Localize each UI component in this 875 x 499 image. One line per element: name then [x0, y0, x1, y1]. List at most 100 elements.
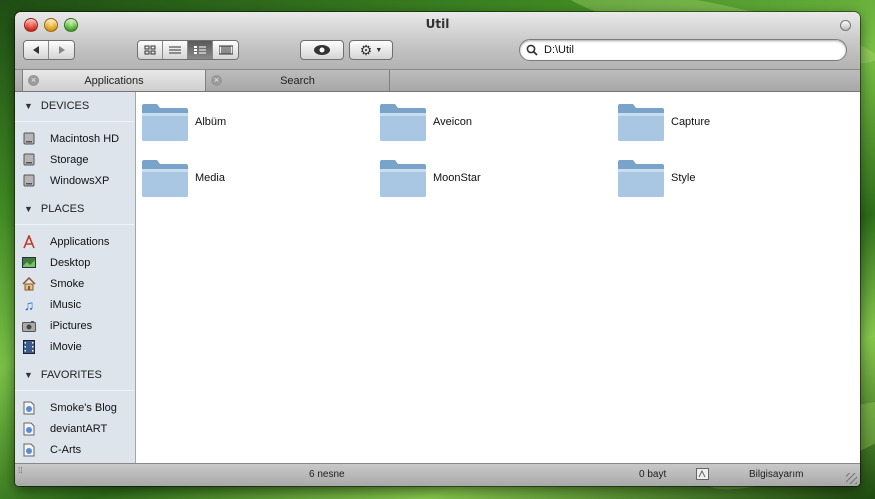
coverflow-view-button[interactable] [213, 41, 238, 59]
disclosure-triangle-icon[interactable]: ▼ [24, 370, 33, 380]
forward-button[interactable] [49, 41, 74, 59]
resize-grip[interactable] [846, 473, 857, 484]
sidebar-item-c-arts[interactable]: C-Arts [15, 439, 135, 460]
finder-window: Util ⚙ ▼ D:\Util × Applications × Search… [15, 12, 860, 486]
sidebar-item-storage[interactable]: Storage [15, 149, 135, 170]
view-mode-selector [137, 40, 239, 60]
sidebar-item-label: iPictures [50, 319, 93, 332]
toolbar-toggle-button[interactable] [840, 20, 851, 31]
folder-icon [380, 104, 426, 141]
sidebar-item-label: iMusic [50, 298, 82, 311]
sidebar-item-smokes-blog[interactable]: Smoke's Blog [15, 397, 135, 418]
forward-arrow-icon [58, 46, 65, 54]
folder-label: Capture [671, 116, 711, 128]
chevron-down-icon: ▼ [375, 46, 383, 54]
coverflow-icon [218, 45, 233, 55]
sidebar-item-imovie[interactable]: iMovie [15, 336, 135, 357]
columns-icon [194, 46, 206, 54]
home-icon [22, 276, 36, 291]
column-view-button[interactable] [188, 41, 213, 59]
computer-icon [696, 468, 709, 483]
eye-icon [314, 45, 330, 55]
music-note-icon: ♫ [23, 296, 35, 313]
sidebar-item-applications[interactable]: Applications [15, 231, 135, 252]
back-button[interactable] [24, 41, 49, 59]
folder-icon [380, 160, 426, 197]
sidebar-item-ipictures[interactable]: iPictures [15, 315, 135, 336]
search-input[interactable]: D:\Util [544, 44, 574, 56]
action-menu-button[interactable]: ⚙ ▼ [349, 40, 393, 60]
sidebar-item-macintosh-hd[interactable]: Macintosh HD [15, 128, 135, 149]
applications-icon [22, 234, 36, 249]
sidebar-item-label: Smoke's Blog [50, 401, 117, 414]
sidebar-item-smoke[interactable]: Smoke [15, 273, 135, 294]
search-icon [526, 44, 538, 56]
sidebar-item-label: WindowsXP [50, 174, 110, 187]
sidebar-item-imusic[interactable]: ♫ iMusic [15, 294, 135, 315]
close-tab-icon[interactable]: × [28, 75, 39, 86]
status-bar: ⁞⁞ 6 nesne 0 bayt Bilgisayarım [15, 463, 860, 486]
camera-icon [22, 319, 36, 333]
section-title: FAVORITES [40, 369, 102, 381]
web-link-icon [22, 422, 36, 436]
available-space: 0 bayt [639, 469, 667, 480]
folder-item[interactable]: Aveicon [379, 102, 472, 142]
window-body: ▼ DEVICES Macintosh HD Storage WindowsXP… [15, 92, 860, 463]
tab-label: Applications [84, 74, 144, 87]
sidebar-item-label: Macintosh HD [50, 132, 120, 145]
divider [15, 121, 135, 122]
folder-icon [142, 104, 188, 141]
folder-item[interactable]: Albüm [141, 102, 226, 142]
folder-label: Style [671, 172, 696, 184]
sidebar-resize-handle[interactable]: ⁞⁞ [18, 467, 22, 475]
sidebar-item-label: Smoke [50, 277, 85, 290]
sidebar-item-windowsxp[interactable]: WindowsXP [15, 170, 135, 191]
sidebar-section-places[interactable]: ▼ PLACES [15, 197, 135, 221]
divider [15, 390, 135, 391]
search-field[interactable]: D:\Util [519, 39, 847, 61]
hard-drive-icon [22, 174, 36, 188]
tab-applications[interactable]: × Applications [22, 70, 206, 91]
tab-search[interactable]: × Search [206, 70, 390, 91]
section-title: DEVICES [40, 100, 90, 112]
close-tab-icon[interactable]: × [211, 75, 222, 86]
hard-drive-icon [22, 153, 36, 167]
location-label: Bilgisayarım [749, 469, 804, 480]
folder-icon [618, 160, 664, 197]
sidebar-item-label: iMovie [50, 340, 82, 353]
grid-icon [144, 45, 156, 55]
disclosure-triangle-icon[interactable]: ▼ [24, 204, 33, 214]
item-count: 6 nesne [309, 469, 345, 480]
folder-label: MoonStar [433, 172, 481, 184]
file-browser-content: Albüm Aveicon Capture Media MoonStar Sty… [136, 92, 860, 463]
folder-icon [142, 160, 188, 197]
window-title: Util [425, 17, 450, 31]
history-navigation [23, 40, 75, 60]
sidebar-item-deviantart[interactable]: deviantART [15, 418, 135, 439]
folder-item[interactable]: Media [141, 158, 225, 198]
folder-label: Albüm [195, 116, 227, 128]
web-link-icon [22, 443, 36, 457]
sidebar-item-label: Storage [50, 153, 89, 166]
sidebar-section-devices[interactable]: ▼ DEVICES [15, 94, 135, 118]
web-link-icon [22, 401, 36, 415]
folder-item[interactable]: Style [617, 158, 695, 198]
sidebar-item-desktop[interactable]: Desktop [15, 252, 135, 273]
titlebar: Util ⚙ ▼ D:\Util [15, 12, 860, 70]
list-view-button[interactable] [163, 41, 188, 59]
quick-look-button[interactable] [300, 40, 344, 60]
section-title: PLACES [40, 203, 85, 215]
tab-bar: × Applications × Search [15, 70, 860, 92]
disclosure-triangle-icon[interactable]: ▼ [24, 101, 33, 111]
icon-view-button[interactable] [138, 41, 163, 59]
sidebar-section-favorites[interactable]: ▼ FAVORITES [15, 363, 135, 387]
folder-item[interactable]: MoonStar [379, 158, 481, 198]
folder-label: Media [195, 172, 225, 184]
folder-item[interactable]: Capture [617, 102, 710, 142]
sidebar-item-label: deviantART [50, 422, 108, 435]
film-icon [22, 339, 36, 354]
folder-label: Aveicon [433, 116, 472, 128]
divider [15, 224, 135, 225]
sidebar: ▼ DEVICES Macintosh HD Storage WindowsXP… [15, 92, 136, 463]
desktop-icon [22, 256, 36, 270]
